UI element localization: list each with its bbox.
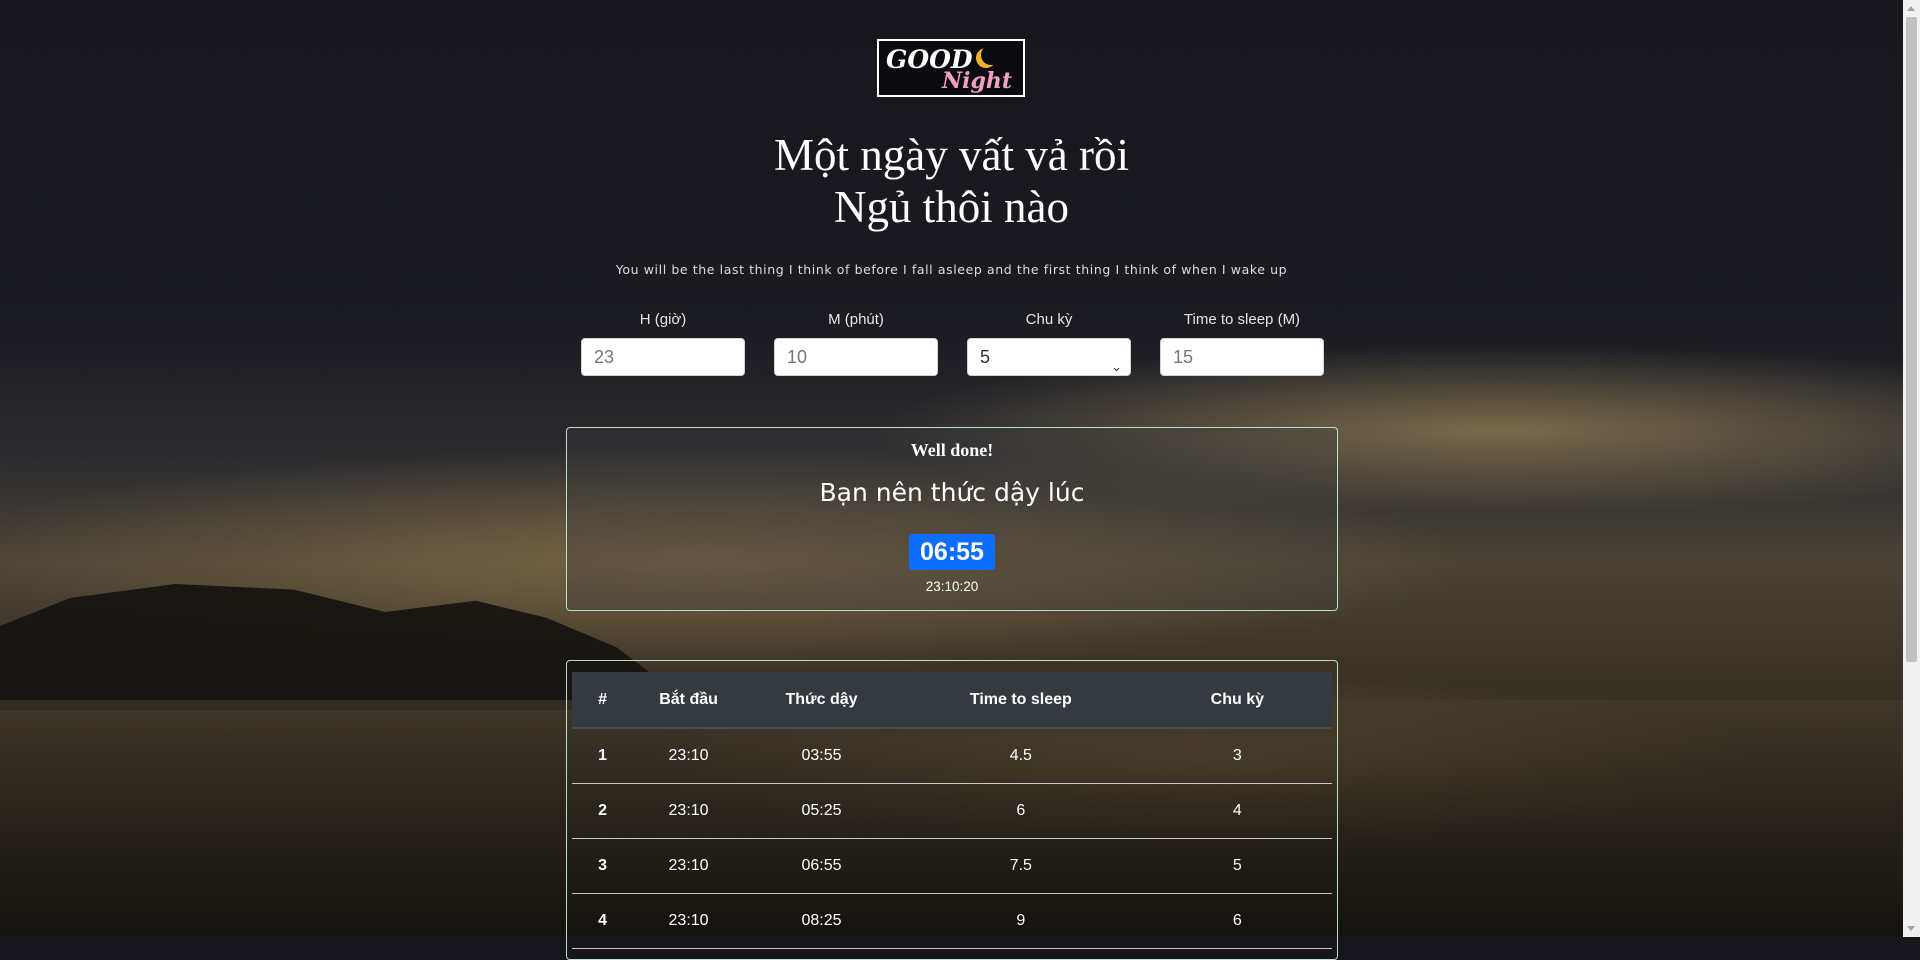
hour-label: H (giờ) — [639, 311, 687, 328]
cycle-select[interactable]: 5 ⌄ — [967, 338, 1131, 376]
cell-index: 1 — [572, 728, 634, 784]
cell-cycle: 3 — [1142, 728, 1332, 784]
cell-wake: 08:25 — [743, 893, 900, 949]
cell-start: 23:10 — [633, 728, 744, 784]
cell-start: 23:10 — [633, 838, 744, 894]
cycle-select-value: 5 — [980, 347, 991, 367]
logo-text-night: Night — [942, 68, 1013, 94]
current-time: 23:10:20 — [925, 579, 979, 594]
scrollbar-thumb[interactable] — [1906, 17, 1917, 662]
minute-input[interactable]: 10 — [774, 338, 938, 376]
chevron-down-icon: ⌄ — [1111, 359, 1122, 374]
cell-wake: 03:55 — [743, 728, 900, 784]
time-to-sleep-label: Time to sleep (M) — [1183, 311, 1301, 328]
cell-index: 2 — [572, 783, 634, 839]
vertical-scrollbar[interactable] — [1903, 0, 1920, 937]
minute-label: M (phút) — [828, 311, 884, 328]
cell-cycle: 5 — [1142, 838, 1332, 894]
column-header-cycle: Chu kỳ — [1142, 672, 1332, 729]
cell-index: 4 — [572, 893, 634, 949]
cell-index: 3 — [572, 838, 634, 894]
page-title-line-1: Một ngày vất vả rồi — [774, 130, 1129, 180]
good-night-logo: GOOD Night — [877, 39, 1025, 97]
schedule-table: # Bắt đầu Thức dậy Time to sleep Chu kỳ … — [572, 672, 1332, 949]
result-card: Well done! Bạn nên thức dậy lúc 06:55 23… — [566, 427, 1338, 611]
time-to-sleep-input[interactable]: 15 — [1160, 338, 1324, 376]
cycle-field: Chu kỳ 5 ⌄ — [967, 311, 1131, 376]
page-title-line-2: Ngủ thôi nào — [834, 182, 1069, 232]
cell-wake: 05:25 — [743, 783, 900, 839]
scroll-down-arrow-icon[interactable] — [1907, 926, 1915, 931]
table-row: 2 23:10 05:25 6 4 — [572, 783, 1332, 839]
hour-input[interactable]: 23 — [581, 338, 745, 376]
cell-start: 23:10 — [633, 783, 744, 839]
cell-start: 23:10 — [633, 893, 744, 949]
table-header-row: # Bắt đầu Thức dậy Time to sleep Chu kỳ — [572, 672, 1332, 729]
schedule-table-card: # Bắt đầu Thức dậy Time to sleep Chu kỳ … — [566, 660, 1338, 960]
moon-icon — [981, 45, 1001, 65]
cell-time-to-sleep: 6 — [899, 783, 1143, 839]
column-header-wake: Thức dậy — [743, 672, 900, 729]
table-row: 3 23:10 06:55 7.5 5 — [572, 838, 1332, 894]
column-header-index: # — [572, 672, 634, 729]
cell-time-to-sleep: 7.5 — [899, 838, 1143, 894]
result-message: Bạn nên thức dậy lúc — [819, 478, 1085, 507]
quote-text: You will be the last thing I think of be… — [615, 262, 1288, 277]
scroll-up-arrow-icon[interactable] — [1907, 6, 1915, 11]
wake-time-badge: 06:55 — [909, 534, 995, 570]
cell-time-to-sleep: 9 — [899, 893, 1143, 949]
result-title: Well done! — [910, 440, 994, 460]
column-header-start: Bắt đầu — [633, 672, 744, 729]
cell-cycle: 4 — [1142, 783, 1332, 839]
cycle-label: Chu kỳ — [1025, 311, 1073, 328]
column-header-time-to-sleep: Time to sleep — [899, 672, 1143, 729]
table-row: 4 23:10 08:25 9 6 — [572, 893, 1332, 949]
cell-wake: 06:55 — [743, 838, 900, 894]
minute-field: M (phút) 10 — [774, 311, 938, 376]
cell-cycle: 6 — [1142, 893, 1332, 949]
hour-field: H (giờ) 23 — [581, 311, 745, 376]
table-row: 1 23:10 03:55 4.5 3 — [572, 728, 1332, 784]
cell-time-to-sleep: 4.5 — [899, 728, 1143, 784]
time-to-sleep-field: Time to sleep (M) 15 — [1160, 311, 1324, 376]
